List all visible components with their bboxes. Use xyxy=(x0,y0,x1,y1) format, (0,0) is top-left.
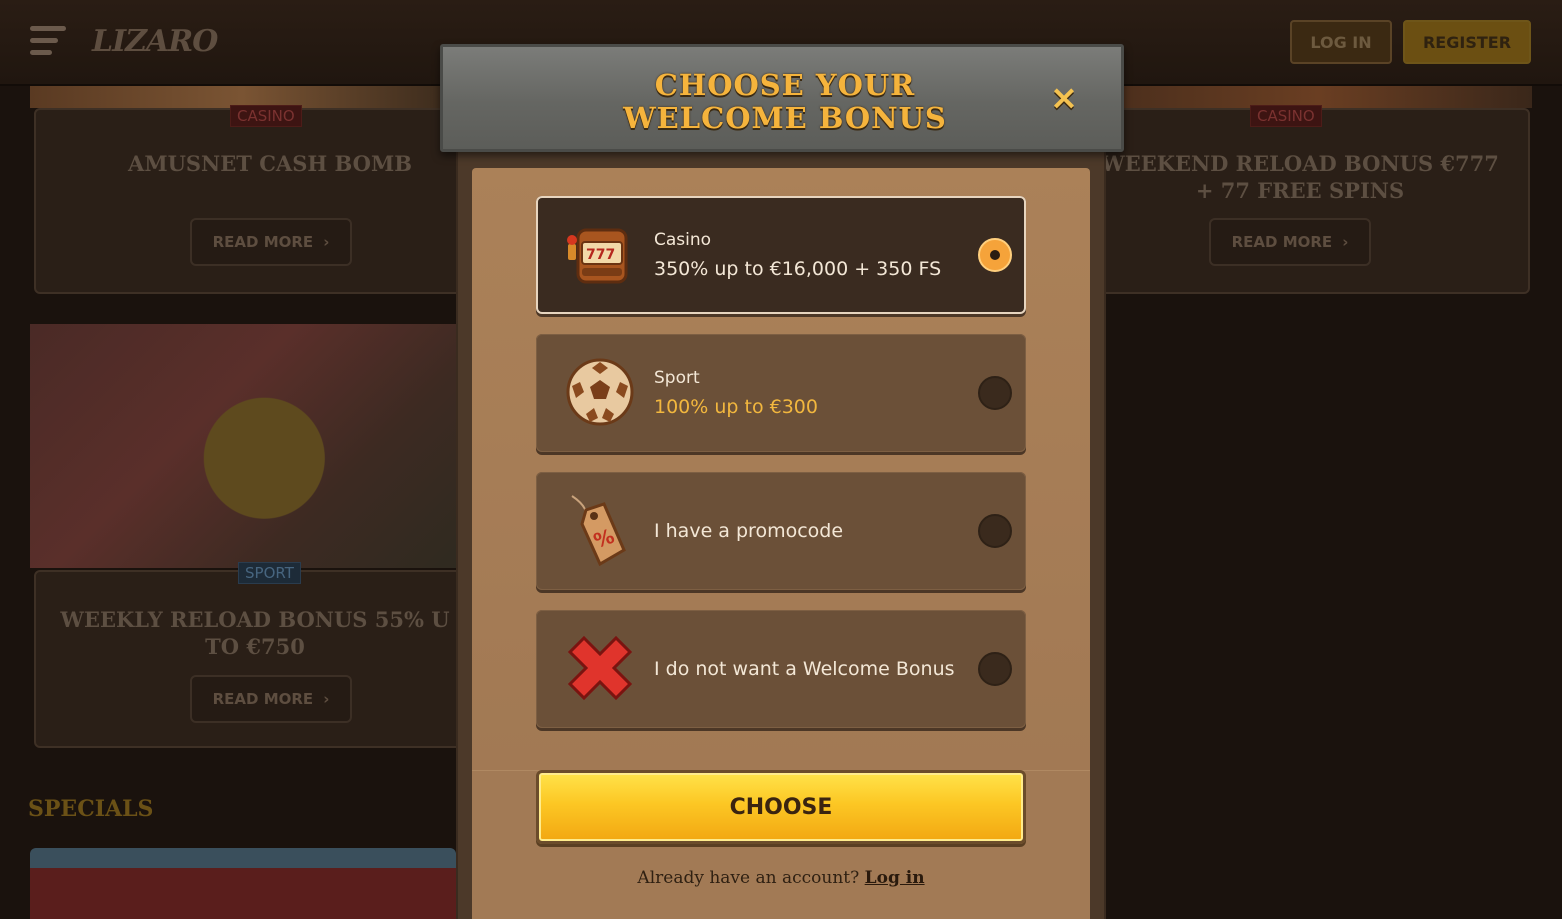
read-more-label: READ MORE xyxy=(1231,233,1333,251)
chevron-right-icon: › xyxy=(1342,233,1349,251)
account-prompt-line: Already have an account? Log in xyxy=(536,868,1026,888)
bonus-option-sport[interactable]: Sport 100% up to €300 xyxy=(536,334,1026,452)
option-label: I do not want a Welcome Bonus xyxy=(654,658,955,680)
register-button[interactable]: REGISTER xyxy=(1403,20,1531,64)
bonus-option-casino[interactable]: 777 Casino 350% up to €16,000 + 350 FS xyxy=(536,196,1026,314)
red-x-icon xyxy=(567,635,633,701)
chevron-right-icon: › xyxy=(323,690,330,708)
menu-icon[interactable] xyxy=(30,26,66,58)
radio-unselected[interactable] xyxy=(978,514,1012,548)
soccer-ball-icon xyxy=(566,358,634,426)
casino-tag: CASINO xyxy=(1250,105,1322,127)
casino-tag: CASINO xyxy=(230,105,302,127)
promo-title: WEEKLY RELOAD BONUS 55% U TO €750 xyxy=(60,607,450,659)
promo-image-sport xyxy=(30,324,456,568)
svg-text:777: 777 xyxy=(586,247,615,263)
radio-unselected[interactable] xyxy=(978,652,1012,686)
modal-header: CHOOSE YOUR WELCOME BONUS xyxy=(440,44,1124,152)
option-title: Sport xyxy=(654,368,700,388)
login-button[interactable]: LOG IN xyxy=(1290,20,1392,64)
radio-unselected[interactable] xyxy=(978,376,1012,410)
promo-title: WEEKEND RELOAD BONUS €777 + 77 FREE SPIN… xyxy=(1101,151,1499,203)
promo-title: AMUSNET CASH BOMB xyxy=(128,151,412,176)
sport-tag: SPORT xyxy=(238,562,301,584)
lizaro-logo[interactable]: LIZARO xyxy=(92,24,218,59)
radio-selected[interactable] xyxy=(978,238,1012,272)
choose-button[interactable]: CHOOSE xyxy=(536,770,1026,844)
modal-title: CHOOSE YOUR WELCOME BONUS xyxy=(623,68,947,135)
slot-machine-icon: 777 xyxy=(567,228,628,284)
read-more-label: READ MORE xyxy=(212,233,314,251)
close-icon[interactable]: × xyxy=(1046,78,1082,118)
bonus-option-promocode[interactable]: % I have a promocode xyxy=(536,472,1026,590)
promo-tag-icon: % xyxy=(571,495,626,566)
option-label: I have a promocode xyxy=(654,520,844,542)
read-more-button[interactable]: READ MORE › xyxy=(1209,218,1371,266)
option-subtitle: 350% up to €16,000 + 350 FS xyxy=(654,258,942,280)
specials-image xyxy=(30,848,456,919)
specials-heading: SPECIALS xyxy=(28,796,154,822)
read-more-label: READ MORE xyxy=(212,690,314,708)
bonus-option-no-bonus[interactable]: I do not want a Welcome Bonus xyxy=(536,610,1026,728)
chevron-right-icon: › xyxy=(323,233,330,251)
account-prompt: Already have an account? xyxy=(637,868,860,888)
login-link[interactable]: Log in xyxy=(865,868,925,888)
option-subtitle: 100% up to €300 xyxy=(654,396,818,418)
promo-card-amusnet xyxy=(34,108,474,294)
read-more-button[interactable]: READ MORE › xyxy=(190,218,352,266)
option-title: Casino xyxy=(654,230,712,250)
read-more-button[interactable]: READ MORE › xyxy=(190,675,352,723)
